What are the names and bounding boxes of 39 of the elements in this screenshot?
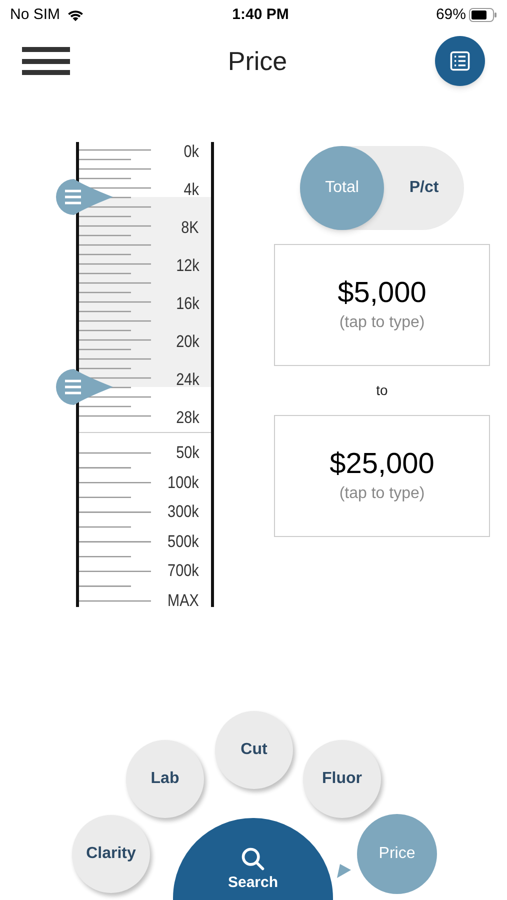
price-input[interactable]: $5,000 (tap to type) — [274, 244, 490, 366]
price-ruler[interactable]: 0k 4k 8K 12k 16k 20k 24k 28k 50k 100k 300k 500k 700k MAX — [76, 142, 214, 607]
filter-button[interactable]: Fluor — [303, 740, 381, 818]
hint-text: (tap to type) — [339, 484, 425, 504]
list-button[interactable] — [435, 36, 485, 86]
pointer-icon — [337, 864, 351, 878]
ruler-label: 16k — [176, 294, 199, 314]
separator-text: to — [376, 381, 388, 400]
price-input[interactable]: $25,000 (tap to type) — [274, 415, 490, 537]
page-title: Price — [228, 44, 288, 78]
battery-text: 69% — [436, 4, 466, 25]
battery-icon — [469, 8, 497, 22]
slider-handle[interactable] — [55, 368, 115, 406]
price-value: $5,000 — [338, 276, 426, 311]
ruler-label: 100k — [168, 472, 199, 493]
ruler-label: 12k — [176, 256, 199, 276]
ruler-label: 20k — [176, 332, 199, 352]
ruler-label: 700k — [168, 561, 199, 582]
ruler-label: 300k — [168, 502, 199, 522]
filter-button[interactable]: Cut — [215, 711, 293, 789]
unit-tab[interactable]: P/ct — [384, 146, 464, 230]
carrier-text: No SIM — [10, 4, 60, 25]
hint-text: (tap to type) — [339, 313, 425, 333]
ruler-label: 50k — [176, 443, 199, 463]
wifi-icon — [66, 8, 86, 22]
slider-handle[interactable] — [55, 178, 115, 216]
search-icon — [240, 846, 266, 872]
ruler-label: 24k — [176, 370, 199, 390]
list-icon — [449, 50, 471, 72]
ruler-label: 0k — [184, 142, 199, 162]
ruler-label: 28k — [176, 408, 199, 428]
ruler-label: 4k — [184, 180, 199, 200]
price-value: $25,000 — [330, 447, 434, 482]
ruler-label: 500k — [168, 532, 199, 552]
filter-button[interactable]: Clarity — [72, 815, 150, 893]
clock-text: 1:40 PM — [232, 4, 289, 25]
filter-button[interactable]: Lab — [126, 740, 204, 818]
search-button[interactable]: Search — [173, 818, 333, 900]
ruler-label: 8K — [181, 218, 199, 238]
